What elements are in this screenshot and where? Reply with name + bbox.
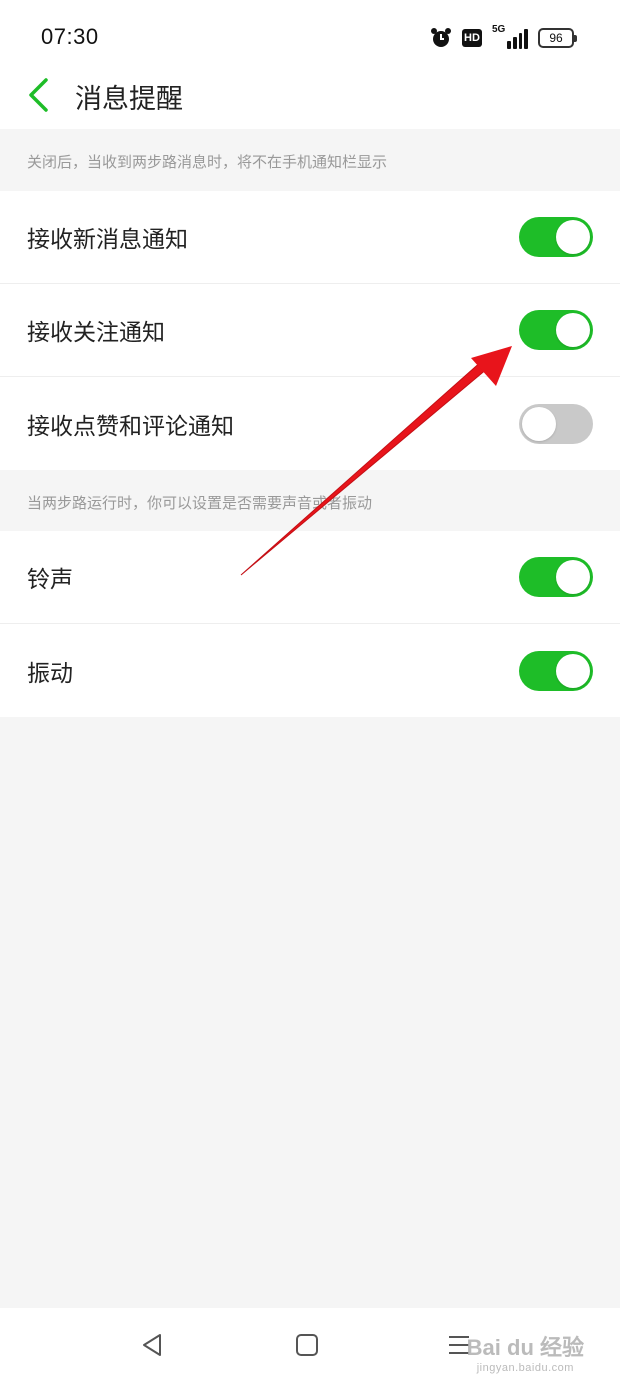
hd-badge: HD (462, 29, 482, 47)
like-comment-toggle[interactable] (519, 403, 593, 444)
setting-label: 接收关注通知 (27, 320, 165, 346)
network-type: 5G (492, 24, 506, 35)
page-title: 消息提醒 (75, 84, 183, 115)
status-bar: 07:30 HD 5G 96 (0, 0, 620, 75)
vibration-toggle[interactable] (519, 650, 593, 691)
battery-indicator: 96 (538, 28, 577, 48)
section-caption-sound: 当两步路运行时，你可以设置是否需要声音或者振动 (27, 494, 373, 512)
system-nav-bar: Bai du 经验 jingyan.baidu.com (0, 1308, 620, 1386)
setting-row-vibration[interactable]: 振动 (0, 624, 620, 717)
setting-row-ringtone[interactable]: 铃声 (0, 531, 620, 624)
section-caption-notifications: 关闭后，当收到两步路消息时，将不在手机通知栏显示 (27, 153, 388, 171)
setting-label: 接收新消息通知 (27, 227, 188, 253)
setting-row-follow[interactable]: 接收关注通知 (0, 284, 620, 377)
watermark-main: Bai du 经验 (466, 1335, 584, 1360)
chevron-left-icon (29, 78, 48, 112)
ringtone-toggle[interactable] (519, 557, 593, 597)
setting-row-new-message[interactable]: 接收新消息通知 (0, 191, 620, 284)
battery-level: 96 (549, 31, 563, 45)
home-square-icon[interactable] (295, 1332, 319, 1358)
baidu-watermark: Bai du 经验 jingyan.baidu.com (467, 1330, 584, 1374)
setting-label: 接收点赞和评论通知 (27, 413, 234, 440)
alarm-clock-icon (431, 28, 451, 47)
back-button[interactable] (18, 75, 58, 115)
follow-toggle[interactable] (519, 310, 593, 350)
app-header: 消息提醒 (0, 75, 620, 129)
setting-row-like-comment[interactable]: 接收点赞和评论通知 (0, 377, 620, 470)
settings-group-notifications: 接收新消息通知 接收关注通知 接收点赞和评论通知 (0, 191, 620, 470)
settings-group-sound: 铃声 振动 (0, 531, 620, 717)
back-triangle-icon[interactable] (140, 1332, 164, 1358)
cellular-signal-icon: 5G (492, 24, 528, 49)
setting-label: 铃声 (27, 567, 73, 593)
status-time: 07:30 (41, 24, 99, 49)
watermark-sub: jingyan.baidu.com (476, 1362, 574, 1374)
new-message-toggle[interactable] (519, 217, 593, 257)
setting-label: 振动 (27, 660, 73, 687)
status-icons: HD 5G 96 (430, 24, 577, 52)
